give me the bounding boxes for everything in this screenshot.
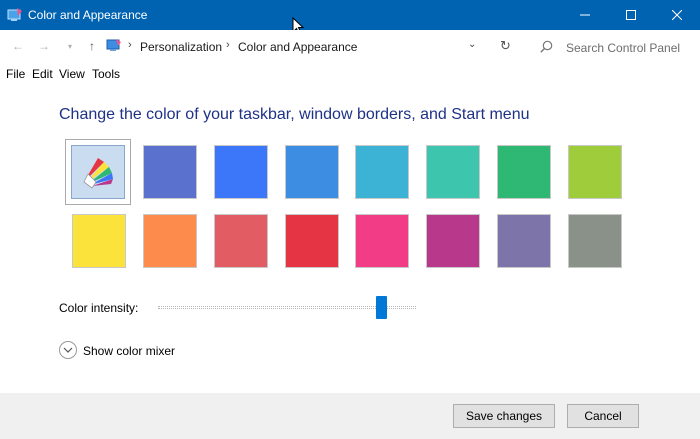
swatch-color-4[interactable] xyxy=(279,139,345,205)
swatch-color-3[interactable] xyxy=(208,139,274,205)
refresh-button[interactable]: ↻ xyxy=(500,38,511,54)
swatch-automatic[interactable] xyxy=(65,139,131,205)
address-dropdown-icon[interactable]: ⌄ xyxy=(468,39,476,50)
page-heading: Change the color of your taskbar, window… xyxy=(59,106,530,123)
swatch-tile xyxy=(214,145,268,199)
swatch-color-7[interactable] xyxy=(491,139,557,205)
menu-edit[interactable]: Edit xyxy=(32,67,53,81)
color-intensity-label: Color intensity: xyxy=(59,301,139,315)
maximize-icon xyxy=(626,10,636,20)
menu-tools[interactable]: Tools xyxy=(92,67,120,81)
maximize-button[interactable] xyxy=(608,0,654,30)
title-bar: Color and Appearance xyxy=(0,0,700,30)
swatch-tile xyxy=(426,214,480,268)
swatch-color-16[interactable] xyxy=(562,208,628,274)
swatch-color-12[interactable] xyxy=(279,208,345,274)
minimize-icon xyxy=(580,14,590,16)
swatch-color-11[interactable] xyxy=(208,208,274,274)
swatch-tile xyxy=(497,145,551,199)
swatch-tile xyxy=(355,214,409,268)
swatch-color-2[interactable] xyxy=(137,139,203,205)
up-button[interactable]: ↑ xyxy=(84,38,100,54)
swatch-color-14[interactable] xyxy=(420,208,486,274)
color-intensity-slider-thumb[interactable] xyxy=(376,296,387,319)
breadcrumb-personalization[interactable]: Personalization xyxy=(140,40,222,54)
close-icon xyxy=(672,10,682,20)
swatch-color-15[interactable] xyxy=(491,208,557,274)
swatch-color-5[interactable] xyxy=(349,139,415,205)
window-title: Color and Appearance xyxy=(28,8,148,22)
swatch-automatic-tile xyxy=(71,145,125,199)
chevron-down-icon xyxy=(63,347,73,353)
swatch-tile xyxy=(497,214,551,268)
swatch-tile xyxy=(285,145,339,199)
save-changes-button[interactable]: Save changes xyxy=(453,404,555,428)
search-box[interactable]: Search Control Panel xyxy=(528,34,694,59)
breadcrumb-color-and-appearance[interactable]: Color and Appearance xyxy=(238,40,357,54)
swatch-tile xyxy=(72,214,126,268)
footer-bar: Save changes Cancel xyxy=(0,393,700,439)
menu-view[interactable]: View xyxy=(59,67,85,81)
swatch-tile xyxy=(568,145,622,199)
swatch-color-8[interactable] xyxy=(562,139,628,205)
swatch-color-10[interactable] xyxy=(137,208,203,274)
color-palette-icon xyxy=(83,158,113,189)
swatch-tile xyxy=(214,214,268,268)
breadcrumb-separator: › xyxy=(226,39,230,51)
address-bar: ← → ▾ ↑ › Personalization › Color and Ap… xyxy=(0,30,700,63)
control-panel-icon xyxy=(106,39,121,51)
control-panel-icon xyxy=(7,8,22,21)
swatch-color-6[interactable] xyxy=(420,139,486,205)
breadcrumb-separator: › xyxy=(128,39,132,51)
show-color-mixer-label[interactable]: Show color mixer xyxy=(83,344,175,358)
show-color-mixer-button[interactable] xyxy=(59,341,77,359)
swatch-color-13[interactable] xyxy=(349,208,415,274)
search-input[interactable]: Search Control Panel xyxy=(566,41,680,55)
swatch-tile xyxy=(355,145,409,199)
cancel-button[interactable]: Cancel xyxy=(567,404,639,428)
forward-button[interactable]: → xyxy=(36,38,52,54)
minimize-button[interactable] xyxy=(562,0,608,30)
recent-locations-button[interactable]: ▾ xyxy=(62,38,78,54)
swatch-tile xyxy=(143,145,197,199)
menu-file[interactable]: File xyxy=(6,67,25,81)
swatch-tile xyxy=(285,214,339,268)
swatch-tile xyxy=(568,214,622,268)
swatch-color-9[interactable] xyxy=(66,208,132,274)
swatch-tile xyxy=(143,214,197,268)
swatch-tile xyxy=(426,145,480,199)
back-button[interactable]: ← xyxy=(10,38,26,54)
search-icon xyxy=(540,40,553,53)
close-button[interactable] xyxy=(654,0,700,30)
